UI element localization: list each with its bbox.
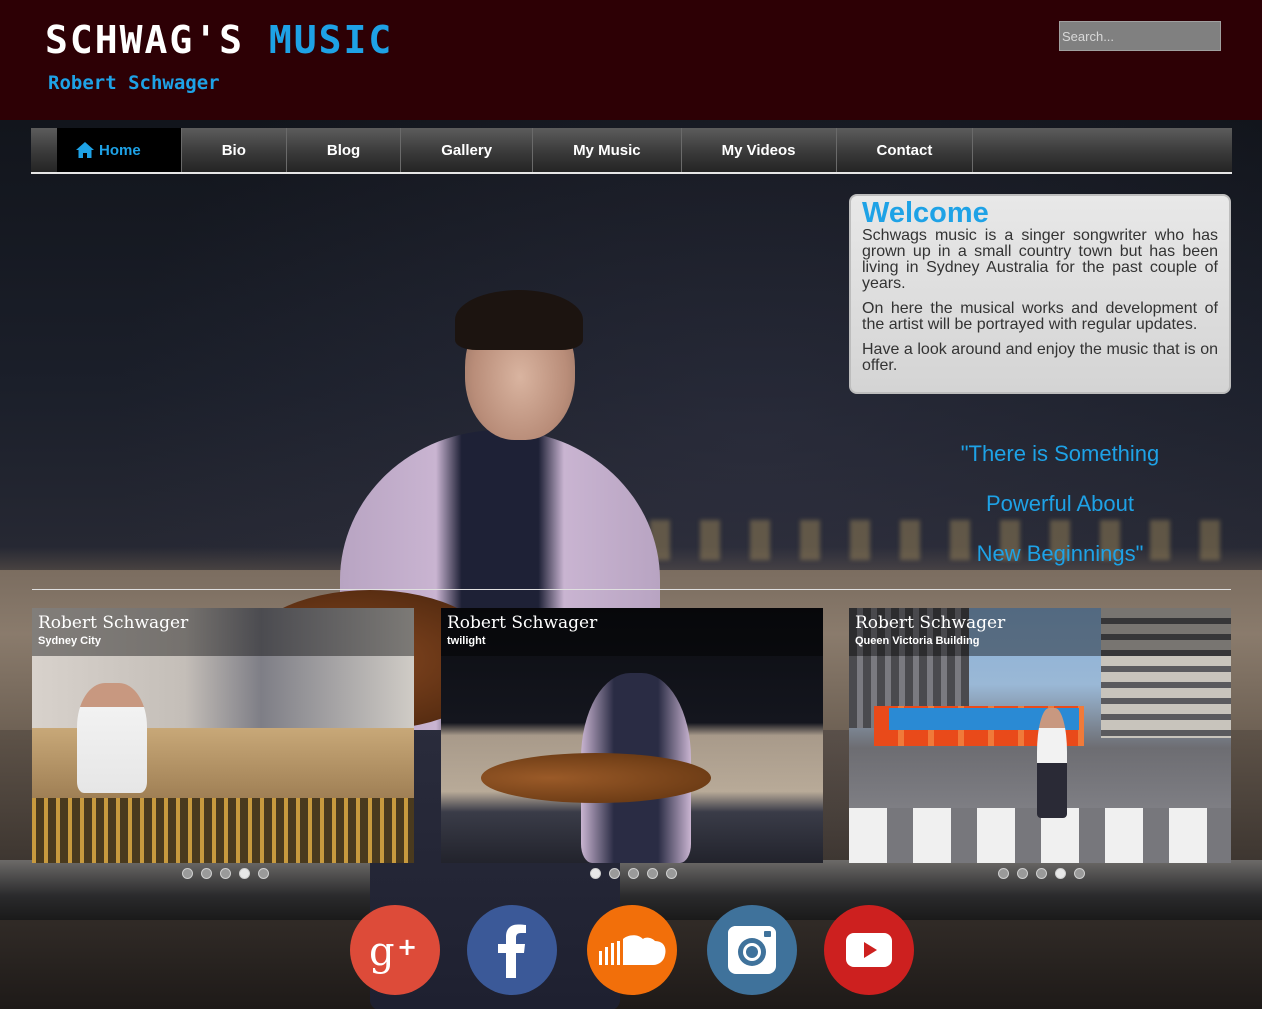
carousel-dots xyxy=(182,868,269,879)
nav-item-blog[interactable]: Blog xyxy=(287,128,402,172)
carousel-dot[interactable] xyxy=(647,868,658,879)
gallery-card-twilight[interactable]: Robert Schwager twilight xyxy=(441,608,823,863)
soundcloud-icon xyxy=(599,935,666,965)
nav-item-my-videos[interactable]: My Videos xyxy=(682,128,837,172)
welcome-paragraph: Have a look around and enjoy the music t… xyxy=(862,341,1218,374)
carousel-dot[interactable] xyxy=(609,868,620,879)
card-title: Robert Schwager xyxy=(447,613,598,633)
card-location: Queen Victoria Building xyxy=(855,635,980,647)
search-input[interactable] xyxy=(1059,21,1221,51)
main-nav: Home Bio Blog Gallery My Music My Videos… xyxy=(31,128,1232,174)
quote-line: New Beginnings" xyxy=(976,541,1144,566)
google-plus-link[interactable]: g + xyxy=(350,905,440,995)
nav-item-label: Bio xyxy=(221,141,246,159)
nav-item-label: Contact xyxy=(876,141,933,159)
carousel-dot[interactable] xyxy=(182,868,193,879)
nav-item-gallery[interactable]: Gallery xyxy=(401,128,534,172)
carousel-dot-active[interactable] xyxy=(1055,868,1066,879)
card-title: Robert Schwager xyxy=(38,613,189,633)
nav-item-label: Gallery xyxy=(441,141,493,159)
hero-quote: "There is Something Powerful About New B… xyxy=(900,438,1220,588)
nav-item-label: My Music xyxy=(573,141,641,159)
carousel-dots xyxy=(998,868,1085,879)
nav-item-bio[interactable]: Bio xyxy=(182,128,287,172)
carousel-dot[interactable] xyxy=(628,868,639,879)
card-caption: Robert Schwager Queen Victoria Building xyxy=(849,608,1231,656)
welcome-box: Welcome Schwags music is a singer songwr… xyxy=(849,194,1231,394)
google-plus-icon: g + xyxy=(369,929,417,975)
nav-item-my-music[interactable]: My Music xyxy=(533,128,682,172)
carousel-dot[interactable] xyxy=(1036,868,1047,879)
card-location: Sydney City xyxy=(38,635,101,647)
gallery-card-sydney-city[interactable]: Robert Schwager Sydney City xyxy=(32,608,414,863)
welcome-paragraph: On here the musical works and developmen… xyxy=(862,300,1218,333)
instagram-icon xyxy=(728,926,776,974)
site-header: SCHWAG'S MUSIC Robert Schwager xyxy=(0,0,1262,120)
carousel-dot[interactable] xyxy=(1017,868,1028,879)
carousel-dot[interactable] xyxy=(998,868,1009,879)
gallery-card-queen-victoria-building[interactable]: Robert Schwager Queen Victoria Building xyxy=(849,608,1231,863)
site-subtitle: Robert Schwager xyxy=(48,72,220,94)
home-icon xyxy=(76,142,94,158)
carousel-dot[interactable] xyxy=(201,868,212,879)
nav-item-contact[interactable]: Contact xyxy=(837,128,974,172)
card-caption: Robert Schwager Sydney City xyxy=(32,608,414,656)
carousel-dot[interactable] xyxy=(1074,868,1085,879)
card-caption: Robert Schwager twilight xyxy=(441,608,823,656)
card-title: Robert Schwager xyxy=(855,613,1006,633)
facebook-icon xyxy=(498,924,526,978)
nav-item-label: Home xyxy=(99,141,141,159)
site-title-part2: MUSIC xyxy=(268,18,394,62)
nav-item-label: Blog xyxy=(326,141,361,159)
carousel-dot[interactable] xyxy=(258,868,269,879)
instagram-link[interactable] xyxy=(707,905,797,995)
section-divider xyxy=(32,589,1231,590)
youtube-icon xyxy=(846,933,892,967)
carousel-dot[interactable] xyxy=(220,868,231,879)
site-title-part1: SCHWAG'S xyxy=(45,18,269,62)
svg-text:g: g xyxy=(369,929,395,975)
site-title[interactable]: SCHWAG'S MUSIC xyxy=(45,18,393,62)
carousel-dot-active[interactable] xyxy=(590,868,601,879)
nav-item-label: My Videos xyxy=(721,141,796,159)
carousel-dots xyxy=(590,868,677,879)
card-location: twilight xyxy=(447,635,486,647)
soundcloud-link[interactable] xyxy=(587,905,677,995)
carousel-dot-active[interactable] xyxy=(239,868,250,879)
youtube-link[interactable] xyxy=(824,905,914,995)
facebook-link[interactable] xyxy=(467,905,557,995)
quote-line: "There is Something xyxy=(960,441,1160,466)
nav-item-home[interactable]: Home xyxy=(57,128,182,172)
welcome-heading: Welcome xyxy=(862,197,989,229)
welcome-paragraph: Schwags music is a singer songwriter who… xyxy=(862,227,1218,292)
carousel-dot[interactable] xyxy=(666,868,677,879)
quote-line: Powerful About xyxy=(986,491,1134,516)
svg-text:+: + xyxy=(397,933,417,961)
